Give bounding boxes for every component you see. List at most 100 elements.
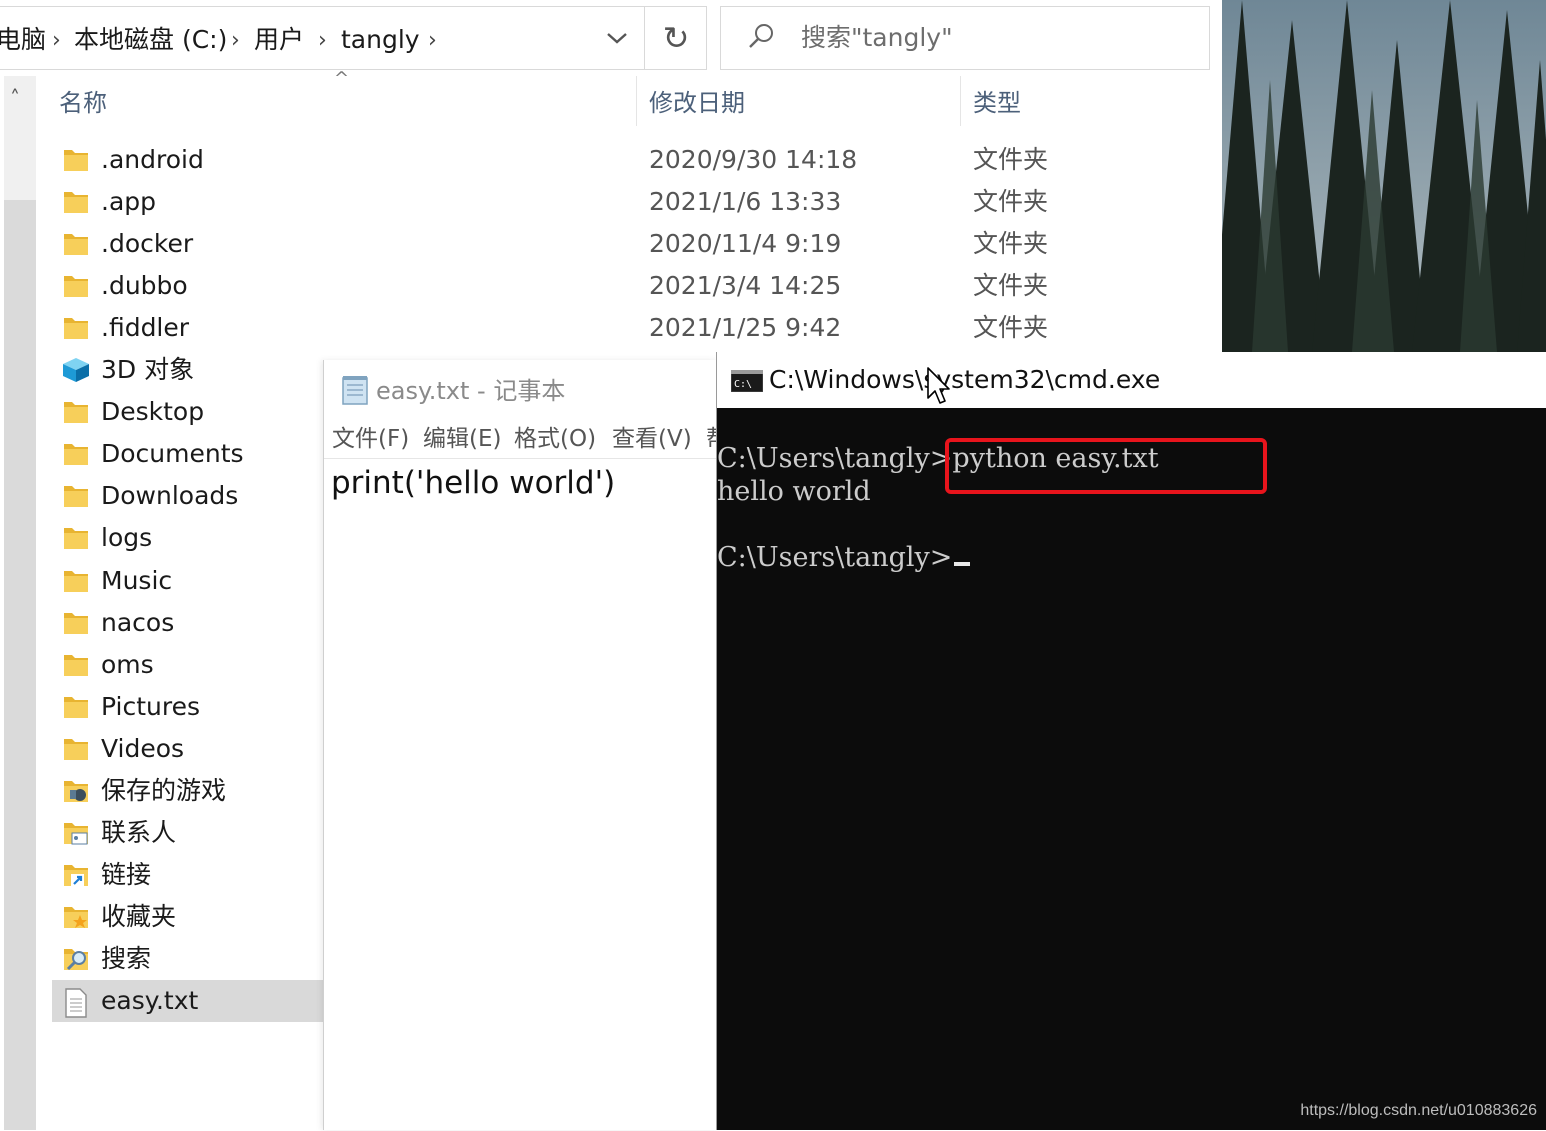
search-placeholder: 搜索"tangly" [801,23,953,52]
cmd-icon: C:\ [731,370,763,392]
file-type: 文件夹 [973,271,1049,300]
file-row[interactable]: .android 2020/9/30 14:18 文件夹 [52,139,1222,181]
notepad-window: easy.txt - 记事本 文件(F) 编辑(E) 格式(O) 查看(V) 帮… [323,360,729,1131]
searches-icon [62,946,90,972]
file-row[interactable]: .dubbo 2021/3/4 14:25 文件夹 [52,265,1222,307]
menu-file[interactable]: 文件(F) [332,424,409,454]
console-prompt-text: C:\Users\tangly> [717,542,953,573]
chevron-down-icon [607,33,627,44]
file-name: .app [101,187,157,216]
file-name: 收藏夹 [101,902,177,931]
forest-image [1222,0,1546,352]
folder-icon [62,525,90,551]
sort-ascending-icon: ^ [334,68,350,89]
column-header-date[interactable]: 修改日期 [649,88,745,118]
folder-icon [62,441,90,467]
console-line-prompt: C:\Users\tangly> [717,541,971,575]
notepad-title: easy.txt - 记事本 [376,377,566,405]
saved-games-icon [62,778,90,804]
file-row[interactable]: .app 2021/1/6 13:33 文件夹 [52,181,1222,223]
console-line-output: hello world [717,476,871,507]
file-row[interactable]: .docker 2020/11/4 9:19 文件夹 [52,223,1222,265]
file-name: easy.txt [101,986,199,1015]
folder-icon [62,399,90,425]
column-divider[interactable] [636,76,637,126]
folder-icon [62,568,90,594]
breadcrumb-local-disk[interactable]: 本地磁盘 (C:) [74,25,227,55]
folder-icon [62,147,90,173]
breadcrumb-tangly[interactable]: tangly [341,25,420,55]
search-icon [749,24,773,48]
file-name: Documents [101,439,244,468]
cmd-titlebar[interactable]: C:\ C:\Windows\system32\cmd.exe [717,352,1546,408]
notepad-menubar: 文件(F) 编辑(E) 格式(O) 查看(V) 帮 [324,422,729,456]
file-name: Videos [101,734,185,763]
folder-icon [62,694,90,720]
chevron-right-icon: › [428,28,437,53]
folder-icon [62,189,90,215]
scroll-up-icon[interactable]: ˄ [10,86,20,110]
console-output[interactable]: C:\Users\tangly>python easy.txt hello wo… [717,408,1546,1130]
folder-icon [62,610,90,636]
address-history-dropdown[interactable] [590,7,644,69]
file-name: 联系人 [101,818,177,847]
notepad-icon [342,376,368,405]
mouse-cursor-icon [927,367,950,404]
notepad-content: print('hello world') [331,465,616,501]
file-name: Pictures [101,692,200,721]
address-bar[interactable]: 电脑 › 本地磁盘 (C:) › 用户 › tangly › ↻ [0,6,707,70]
file-type: 文件夹 [973,229,1049,258]
file-type: 文件夹 [973,187,1049,216]
notepad-titlebar[interactable]: easy.txt - 记事本 [324,360,718,418]
file-name: .dubbo [101,271,188,300]
folder-icon [62,483,90,509]
links-icon [62,862,90,888]
breadcrumb-this-pc[interactable]: 电脑 [0,25,46,55]
file-modified-date: 2021/1/6 13:33 [649,187,842,216]
refresh-button[interactable]: ↻ [644,7,707,69]
chevron-right-icon: › [231,28,240,53]
watermark: https://blog.csdn.net/u010883626 [1300,1102,1537,1119]
text-cursor [954,562,971,566]
menu-view[interactable]: 查看(V) [612,424,692,454]
column-divider[interactable] [960,76,961,126]
favorites-icon [62,904,90,930]
svg-text:C:\: C:\ [734,379,752,390]
file-name: 3D 对象 [101,355,195,384]
file-name: .fiddler [101,313,190,342]
scrollbar-thumb[interactable] [4,200,36,1130]
desktop-wallpaper [1222,0,1546,352]
red-highlight-box [945,438,1267,494]
file-name: 链接 [101,860,152,889]
chevron-right-icon: › [318,28,327,53]
column-header-name[interactable]: 名称 [59,88,107,118]
breadcrumb-users[interactable]: 用户 [254,25,304,55]
folder-icon [62,315,90,341]
menu-format[interactable]: 格式(O) [514,424,596,454]
file-name: .docker [101,229,194,258]
folder-icon [62,652,90,678]
file-name: 搜索 [101,944,152,973]
refresh-icon: ↻ [662,19,690,57]
chevron-right-icon: › [52,28,61,53]
file-name: nacos [101,608,175,637]
column-header-type[interactable]: 类型 [973,88,1021,118]
file-row[interactable]: easy.txt [52,980,324,1022]
cmd-title: C:\Windows\system32\cmd.exe [769,365,1161,394]
file-name: oms [101,650,154,679]
search-box[interactable]: 搜索"tangly" [720,6,1210,70]
file-modified-date: 2020/9/30 14:18 [649,145,858,174]
file-name: 保存的游戏 [101,776,227,805]
vertical-scrollbar[interactable]: ˄ [4,76,36,1130]
folder-icon [62,231,90,257]
file-row[interactable]: .fiddler 2021/1/25 9:42 文件夹 [52,307,1222,349]
file-name: .android [101,145,204,174]
column-header-row: ^ 名称 修改日期 类型 [36,68,1222,130]
menu-edit[interactable]: 编辑(E) [423,424,501,454]
file-name: Desktop [101,397,205,426]
file-name: Music [101,566,173,595]
file-modified-date: 2021/1/25 9:42 [649,313,842,342]
notepad-text-area[interactable]: print('hello world') [324,458,718,1131]
file-modified-date: 2021/3/4 14:25 [649,271,842,300]
file-type: 文件夹 [973,313,1049,342]
